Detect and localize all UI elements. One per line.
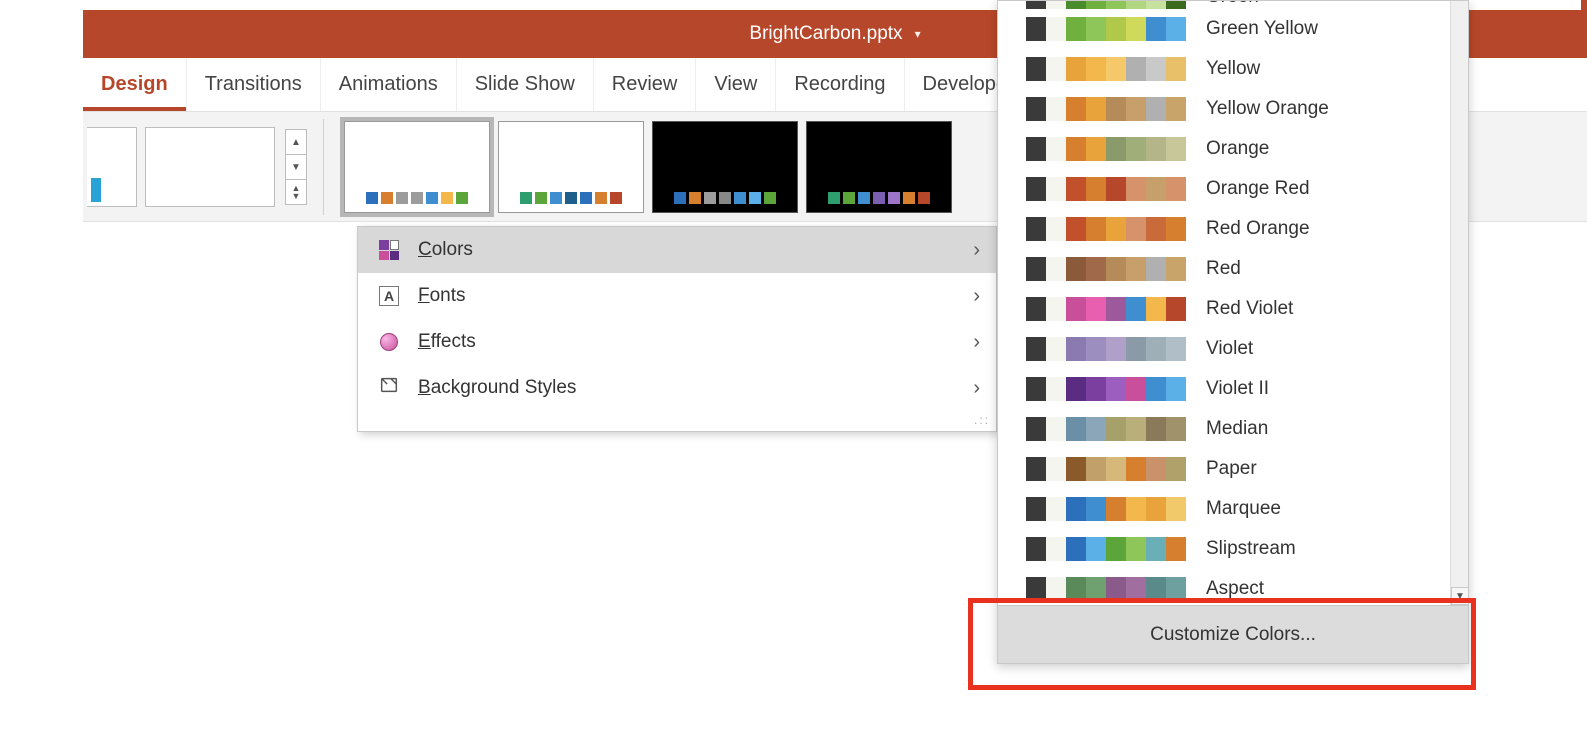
scheme-swatches [1026, 257, 1186, 281]
scheme-swatches [1026, 297, 1186, 321]
scheme-swatches [1026, 457, 1186, 481]
variant-thumb[interactable] [806, 121, 952, 213]
tab-review[interactable]: Review [594, 58, 697, 111]
color-scheme-slipstream[interactable]: Slipstream [998, 529, 1454, 569]
scheme-swatches [1026, 537, 1186, 561]
scheme-label: Red [1206, 258, 1241, 280]
chevron-right-icon: › [973, 285, 980, 308]
menu-item-label: Effects [418, 331, 476, 353]
scheme-swatches [1026, 97, 1186, 121]
color-scheme-yellow[interactable]: Yellow [998, 49, 1454, 89]
gallery-up-button[interactable]: ▲ [285, 129, 307, 155]
scheme-label: Yellow Orange [1206, 98, 1329, 120]
color-scheme-violet-ii[interactable]: Violet II [998, 369, 1454, 409]
scheme-label: Orange [1206, 138, 1269, 160]
scheme-swatches [1026, 377, 1186, 401]
chevron-right-icon: › [973, 239, 980, 262]
menu-item-label: Colors [418, 239, 473, 261]
fonts-icon: A [378, 285, 400, 307]
scheme-label: Green [1206, 1, 1259, 8]
scheme-swatches [1026, 497, 1186, 521]
variant-thumb[interactable] [498, 121, 644, 213]
title-dropdown-icon[interactable]: ▾ [915, 27, 921, 41]
scheme-swatches [1026, 577, 1186, 601]
color-scheme-violet[interactable]: Violet [998, 329, 1454, 369]
color-scheme-median[interactable]: Median [998, 409, 1454, 449]
chevron-right-icon: › [973, 377, 980, 400]
scheme-label: Violet [1206, 338, 1253, 360]
tab-slide-show[interactable]: Slide Show [457, 58, 594, 111]
gallery-more-button[interactable]: ▲▼ [285, 179, 307, 205]
color-scheme-red-orange[interactable]: Red Orange [998, 209, 1454, 249]
customize-colors-button[interactable]: Customize Colors... [998, 605, 1468, 663]
color-scheme-red[interactable]: Red [998, 249, 1454, 289]
variant-thumb[interactable] [344, 121, 490, 213]
scheme-label: Marquee [1206, 498, 1281, 520]
effects-icon [378, 331, 400, 353]
scheme-swatches [1026, 217, 1186, 241]
tab-animations[interactable]: Animations [321, 58, 457, 111]
color-scheme-green[interactable]: Green [998, 1, 1454, 9]
scheme-label: Red Orange [1206, 218, 1310, 240]
scheme-swatches [1026, 337, 1186, 361]
color-scheme-green-yellow[interactable]: Green Yellow [998, 9, 1454, 49]
scheme-label: Aspect [1206, 578, 1264, 600]
menu-item-label: Fonts [418, 285, 466, 307]
scheme-label: Paper [1206, 458, 1257, 480]
tab-view[interactable]: View [696, 58, 776, 111]
color-scheme-marquee[interactable]: Marquee [998, 489, 1454, 529]
color-scheme-orange-red[interactable]: Orange Red [998, 169, 1454, 209]
scheme-swatches [1026, 137, 1186, 161]
colors-flyout-panel: Green Green Yellow Yellow Yellow Orange Oran… [997, 0, 1469, 664]
scheme-swatches [1026, 1, 1186, 9]
tab-transitions[interactable]: Transitions [187, 58, 321, 111]
menu-item-effects[interactable]: Effects › [358, 319, 996, 365]
colors-scrollbar[interactable]: ▼ [1450, 1, 1468, 605]
menu-item-label: Background Styles [418, 377, 576, 399]
color-scheme-paper[interactable]: Paper [998, 449, 1454, 489]
document-title: BrightCarbon.pptx [749, 23, 902, 45]
colors-icon [378, 239, 400, 261]
tab-recording[interactable]: Recording [776, 58, 904, 111]
gallery-down-button[interactable]: ▼ [285, 154, 307, 180]
menu-resize-grip[interactable]: .:: [358, 411, 996, 431]
scheme-label: Yellow [1206, 58, 1260, 80]
scheme-swatches [1026, 177, 1186, 201]
scheme-label: Median [1206, 418, 1268, 440]
scheme-swatches [1026, 417, 1186, 441]
menu-item-colors[interactable]: Colors › [358, 227, 996, 273]
menu-item-fonts[interactable]: A Fonts › [358, 273, 996, 319]
menu-item-bg[interactable]: Background Styles › [358, 365, 996, 411]
gallery-separator [323, 119, 324, 215]
chevron-right-icon: › [973, 331, 980, 354]
scroll-down-button[interactable]: ▼ [1451, 587, 1469, 605]
theme-thumb[interactable] [87, 127, 137, 207]
customize-colors-label: Customize Colors... [1150, 624, 1316, 646]
color-scheme-red-violet[interactable]: Red Violet [998, 289, 1454, 329]
scheme-swatches [1026, 57, 1186, 81]
scheme-label: Red Violet [1206, 298, 1293, 320]
color-scheme-yellow-orange[interactable]: Yellow Orange [998, 89, 1454, 129]
scheme-label: Green Yellow [1206, 18, 1318, 40]
bg-icon [378, 377, 400, 399]
color-scheme-orange[interactable]: Orange [998, 129, 1454, 169]
tab-design[interactable]: Design [83, 58, 187, 111]
variant-thumb[interactable] [652, 121, 798, 213]
color-scheme-aspect[interactable]: Aspect [998, 569, 1454, 605]
scheme-label: Slipstream [1206, 538, 1296, 560]
scheme-label: Violet II [1206, 378, 1269, 400]
scheme-swatches [1026, 17, 1186, 41]
theme-thumb[interactable] [145, 127, 275, 207]
scheme-label: Orange Red [1206, 178, 1310, 200]
variant-menu: Colors › A Fonts › Effects › Background Styles ›… [357, 226, 997, 432]
